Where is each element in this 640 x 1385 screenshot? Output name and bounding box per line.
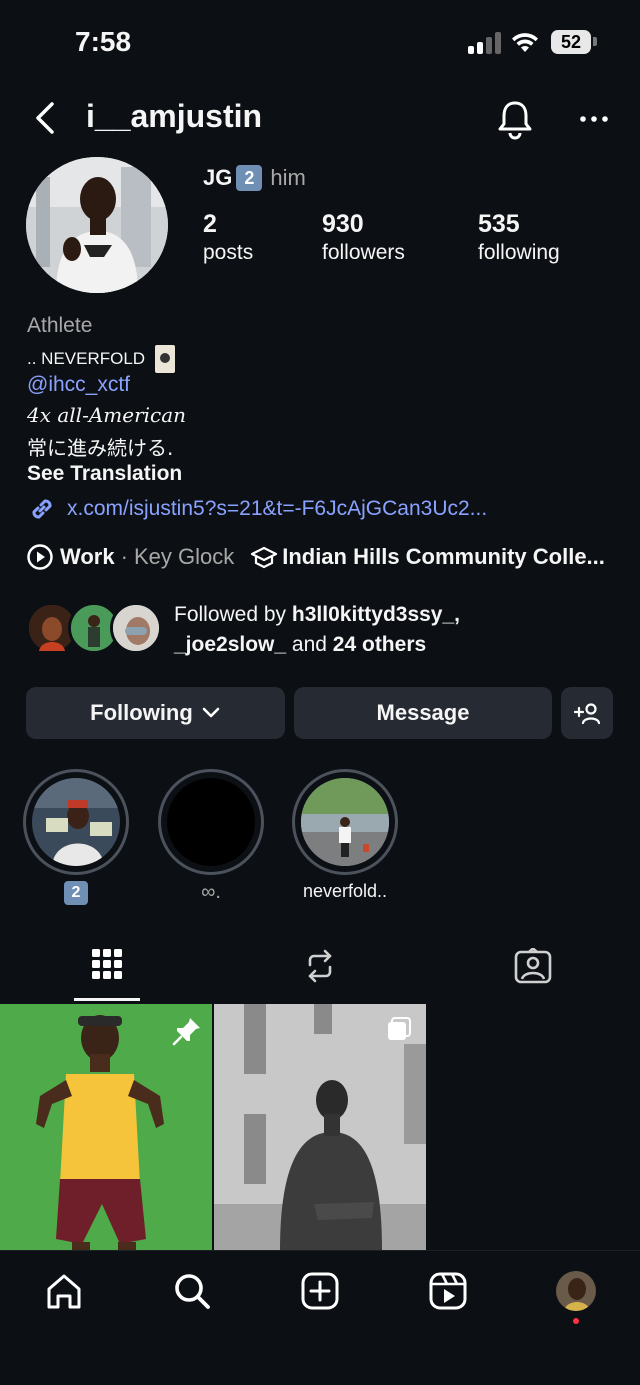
- pronouns: him: [270, 165, 306, 190]
- profile-category: Athlete: [27, 314, 93, 337]
- highlight-label: neverfold..: [302, 881, 388, 901]
- notification-dot: [573, 1318, 579, 1324]
- grid-icon: [92, 949, 122, 979]
- create-post-icon[interactable]: [300, 1271, 340, 1311]
- wifi-icon: [512, 33, 538, 52]
- pin-icon: [172, 1018, 200, 1046]
- following-count: 535: [478, 210, 520, 238]
- home-icon[interactable]: [44, 1271, 84, 1311]
- back-arrow-icon[interactable]: [28, 98, 64, 138]
- chevron-down-icon: [202, 707, 220, 718]
- tab-reposts[interactable]: [287, 940, 353, 1002]
- mutual-user[interactable]: h3ll0kittyd3ssy_,: [292, 603, 460, 626]
- school-icon: [251, 546, 278, 569]
- highlight-label: ∞.: [201, 881, 221, 903]
- battery-level: 52: [551, 30, 591, 54]
- mutual-user[interactable]: _joe2slow_: [174, 633, 286, 656]
- story-highlight[interactable]: 2: [23, 769, 129, 905]
- bio-text: .. NEVERFOLD: [27, 349, 146, 368]
- name-pronouns-row: JG 2 him: [203, 165, 306, 191]
- play-circle-icon: [27, 544, 53, 570]
- suggested-people-button[interactable]: [561, 687, 613, 739]
- followers-label: followers: [322, 241, 405, 264]
- external-link[interactable]: x.com/isjustin5?s=21&t=-F6JcAjGCan3Uc2..…: [27, 494, 487, 524]
- tab-posts-grid[interactable]: [74, 940, 140, 1002]
- post-thumbnail[interactable]: [0, 1004, 212, 1250]
- reels-icon[interactable]: [428, 1271, 468, 1311]
- profile-tab-avatar[interactable]: [556, 1271, 596, 1311]
- following-button-label: Following: [90, 700, 193, 725]
- cellular-signal-icon: [468, 32, 502, 54]
- following-label: following: [478, 241, 560, 264]
- carousel-icon: [388, 1017, 411, 1040]
- tagged-person-icon: [514, 948, 552, 984]
- status-bar: 7:58 52: [0, 0, 640, 86]
- music-artist: Key Glock: [133, 544, 235, 569]
- highlight-ring: [158, 769, 264, 875]
- story-highlight[interactable]: ∞.: [158, 769, 264, 904]
- highlight-ring: [23, 769, 129, 875]
- mutual-followers-text: Followed by h3ll0kittyd3ssy_, _joe2slow_…: [174, 600, 460, 660]
- highlight-label: 2: [23, 881, 129, 905]
- highlight-cover: [167, 778, 255, 866]
- posts-label: posts: [203, 241, 254, 264]
- active-tab-indicator: [74, 998, 140, 1001]
- highlight-badge: 2: [64, 881, 88, 905]
- mutual-followers[interactable]: Followed by h3ll0kittyd3ssy_, _joe2slow_…: [26, 600, 626, 660]
- posts-stat[interactable]: 2 posts: [203, 210, 253, 265]
- bottom-navigation: [0, 1250, 640, 1385]
- followers-count: 930: [322, 210, 364, 238]
- notifications-bell-icon[interactable]: [496, 98, 534, 140]
- highlight-cover: [32, 778, 120, 866]
- tab-tagged[interactable]: [500, 940, 566, 1002]
- profile-info-row: Work · Key Glock Indian Hills Community …: [26, 543, 632, 571]
- message-button[interactable]: Message: [294, 687, 552, 739]
- more-options-icon[interactable]: [576, 104, 612, 134]
- followers-stat[interactable]: 930 followers: [322, 210, 405, 265]
- status-time: 7:58: [75, 26, 132, 57]
- following-button[interactable]: Following: [26, 687, 285, 739]
- mutual-avatar: [110, 602, 162, 654]
- bio-japanese: 常に進み続ける.: [27, 436, 174, 460]
- bio-line: .. NEVERFOLD: [27, 345, 176, 373]
- highlight-ring: [292, 769, 398, 875]
- playing-card-icon: [155, 345, 176, 373]
- post-thumbnail[interactable]: [214, 1004, 426, 1250]
- story-highlight[interactable]: neverfold..: [292, 769, 398, 902]
- message-button-label: Message: [376, 700, 470, 725]
- mutual-others[interactable]: 24 others: [333, 633, 426, 656]
- bio-italic: 4x all-American: [27, 403, 187, 427]
- following-stat[interactable]: 535 following: [478, 210, 560, 265]
- link-icon: [32, 499, 52, 519]
- repost-icon: [308, 949, 332, 983]
- profile-username: i__amjustin: [86, 98, 263, 134]
- school-name[interactable]: Indian Hills Community Colle...: [282, 544, 605, 570]
- followed-by-and: and: [291, 633, 327, 656]
- profile-avatar[interactable]: [26, 157, 168, 293]
- music-title[interactable]: Work: [60, 544, 115, 570]
- followed-by-prefix: Followed by: [174, 603, 287, 626]
- battery-icon: [593, 37, 597, 46]
- display-name: JG: [203, 165, 233, 190]
- posts-count: 2: [203, 210, 217, 238]
- search-icon[interactable]: [172, 1271, 212, 1311]
- see-translation-link[interactable]: See Translation: [27, 462, 182, 486]
- mention-link[interactable]: @ihcc_xctf: [27, 373, 130, 397]
- highlight-cover: [301, 778, 389, 866]
- external-link-text: x.com/isjustin5?s=21&t=-F6JcAjGCan3Uc2..…: [67, 497, 488, 520]
- keycap-badge: 2: [236, 165, 263, 191]
- add-person-icon: [573, 703, 601, 725]
- music-separator: ·: [120, 544, 128, 569]
